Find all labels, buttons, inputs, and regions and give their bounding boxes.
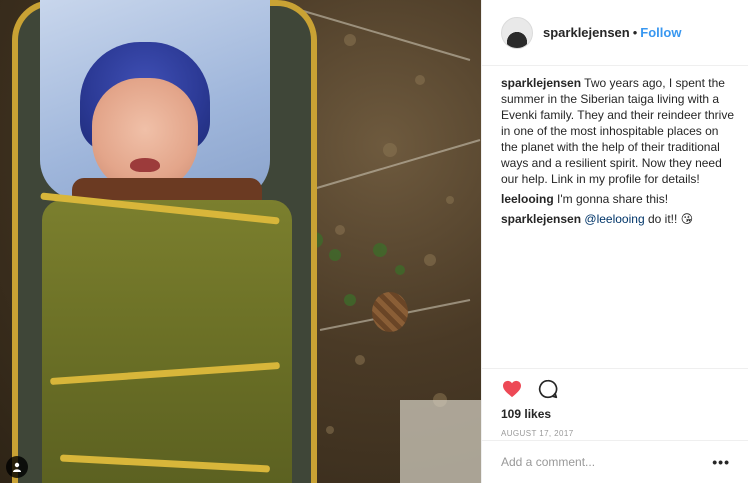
comment-username[interactable]: sparklejensen xyxy=(501,76,581,90)
green-swaddle xyxy=(42,200,292,483)
post-date: AUGUST 17, 2017 xyxy=(501,429,574,438)
comment-username[interactable]: sparklejensen xyxy=(501,212,581,226)
user-tag-icon[interactable] xyxy=(6,456,28,478)
mention-link[interactable]: @leelooing xyxy=(584,212,644,226)
comment-username[interactable]: leelooing xyxy=(501,192,554,206)
action-icons xyxy=(501,369,730,405)
baby-face xyxy=(92,78,198,193)
pinecone xyxy=(372,292,408,332)
separator-dot: • xyxy=(632,25,638,40)
baby-mouth xyxy=(130,158,160,172)
more-options-icon[interactable]: ••• xyxy=(712,454,730,470)
comment-text: do it!! xyxy=(647,212,678,226)
caption: sparklejensen Two years ago, I spent the… xyxy=(501,75,738,187)
post-header: sparklejensen • Follow xyxy=(482,0,748,66)
post-side-panel: sparklejensen • Follow sparklejensen Two… xyxy=(481,0,748,483)
comment-bubble-icon[interactable] xyxy=(537,378,559,400)
add-comment-bar: ••• xyxy=(482,440,748,483)
header-username[interactable]: sparklejensen xyxy=(543,25,630,40)
comment-item: sparklejensen @leelooing do it!! 😘 xyxy=(501,211,738,227)
comment-item: leelooing I'm gonna share this! xyxy=(501,191,738,207)
comment-list: sparklejensen Two years ago, I spent the… xyxy=(482,66,748,368)
avatar[interactable] xyxy=(501,16,533,49)
comment-input[interactable] xyxy=(501,455,713,469)
heart-filled-icon[interactable] xyxy=(501,378,523,400)
follow-button[interactable]: Follow xyxy=(640,25,681,40)
post-actions: 109 likes AUGUST 17, 2017 xyxy=(482,368,748,438)
comment-text: Two years ago, I spent the summer in the… xyxy=(501,76,734,186)
likes-count[interactable]: 109 likes xyxy=(501,407,730,421)
comment-text: I'm gonna share this! xyxy=(557,192,669,206)
kiss-emoji: 😘 xyxy=(680,212,694,226)
post-photo[interactable] xyxy=(0,0,481,483)
person-icon xyxy=(13,462,21,472)
